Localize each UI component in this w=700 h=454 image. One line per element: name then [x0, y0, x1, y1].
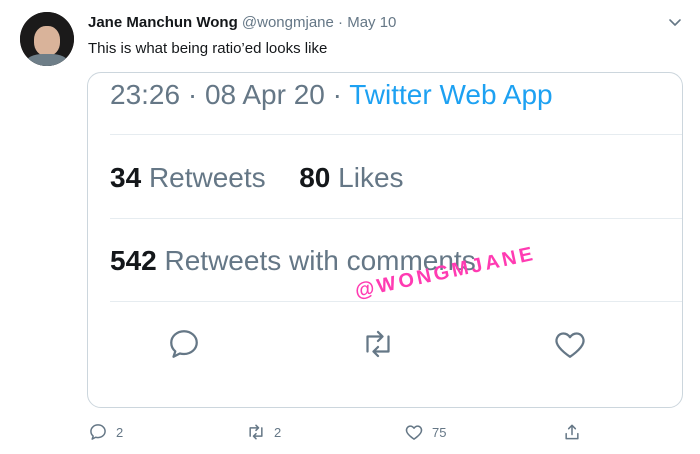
like-icon: [405, 425, 423, 440]
card-time: 23:26: [110, 79, 181, 110]
card-retweets-label: Retweets: [148, 162, 266, 193]
card-likes-count: 80: [299, 162, 331, 193]
like-button[interactable]: 75: [404, 420, 446, 444]
retweet-button[interactable]: 2: [246, 420, 281, 444]
retweet-count: 2: [274, 424, 282, 440]
share-button[interactable]: [562, 420, 590, 444]
header-separator: ·: [338, 14, 344, 31]
card-date: 08 Apr 20: [204, 79, 325, 110]
reply-button[interactable]: 2: [88, 420, 123, 444]
card-divider: [110, 218, 682, 219]
card-sep-2: ·: [332, 79, 342, 110]
avatar[interactable]: [20, 12, 74, 66]
share-icon: [565, 424, 579, 440]
card-stats: 34 Retweets 80 Likes: [110, 162, 404, 194]
card-meta-line: 23:26 · 08 Apr 20 · Twitter Web App: [110, 79, 553, 111]
card-retweets-count: 34: [110, 162, 142, 193]
reply-count: 2: [116, 424, 124, 440]
tweet-header: Jane Manchun Wong @wongmjane · May 10: [88, 14, 396, 31]
like-icon: [555, 332, 585, 358]
retweet-icon: [366, 330, 390, 358]
retweet-icon: [249, 424, 263, 440]
card-comments-count: 542: [110, 245, 157, 276]
like-count: 75: [432, 424, 447, 440]
card-sep-1: ·: [187, 79, 198, 110]
author-handle[interactable]: @wongmjane: [242, 14, 334, 31]
card-divider: [110, 134, 682, 135]
card-action-bar: [88, 326, 682, 371]
card-divider: [110, 301, 682, 302]
chevron-down-icon[interactable]: [667, 14, 683, 30]
author-name[interactable]: Jane Manchun Wong: [88, 14, 238, 31]
tweet-text: This is what being ratio’ed looks like: [88, 40, 328, 57]
card-likes-label: Likes: [338, 162, 404, 193]
avatar-face: [34, 26, 60, 56]
screenshot-card[interactable]: 23:26 · 08 Apr 20 · Twitter Web App 34 R…: [87, 72, 683, 408]
reply-icon: [90, 424, 106, 440]
card-app-link: Twitter Web App: [349, 79, 553, 110]
reply-icon: [170, 330, 198, 358]
avatar-shoulder: [26, 54, 68, 66]
tweet-action-bar: 2 2 75: [88, 420, 608, 444]
tweet-date[interactable]: May 10: [347, 14, 396, 31]
